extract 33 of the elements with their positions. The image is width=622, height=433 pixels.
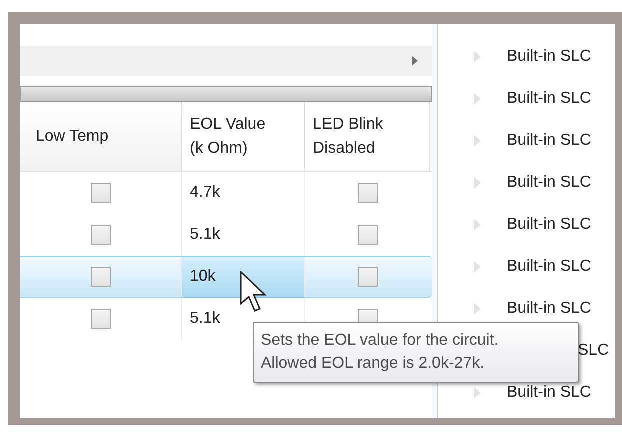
tree-item[interactable]: Built-in SLC <box>507 255 592 279</box>
tree-item[interactable]: Built-in SLC <box>507 87 592 111</box>
expand-arrow-icon[interactable] <box>474 387 481 399</box>
tree-item[interactable]: Built-in SLC <box>507 213 592 237</box>
checkbox[interactable] <box>358 225 378 245</box>
checkbox[interactable] <box>90 225 110 245</box>
expand-arrow-icon[interactable] <box>474 135 481 147</box>
column-header[interactable]: LED Blink Disabled <box>305 102 430 171</box>
tree-item[interactable]: Built-in SLC <box>507 171 592 195</box>
expand-arrow-icon[interactable] <box>474 51 481 63</box>
checkbox[interactable] <box>90 183 110 203</box>
table-cell[interactable]: 10k <box>182 257 305 297</box>
table-row[interactable]: 10k <box>20 256 432 298</box>
column-header[interactable]: Low Temp <box>20 102 182 171</box>
tree-item[interactable]: SLC <box>578 339 610 363</box>
checkbox[interactable] <box>90 267 110 287</box>
checkbox[interactable] <box>90 309 110 329</box>
expand-arrow-icon[interactable] <box>474 177 481 189</box>
expand-arrow-icon[interactable] <box>474 219 481 231</box>
expand-arrow-icon[interactable] <box>474 261 481 273</box>
tree-item[interactable]: Built-in SLC <box>507 129 592 153</box>
table-row[interactable]: 4.7k <box>20 172 432 214</box>
column-header[interactable]: EOL Value (k Ohm) <box>182 102 305 171</box>
table-cell[interactable]: 4.7k <box>182 172 305 214</box>
scroll-right-icon[interactable] <box>412 56 418 66</box>
tree-item[interactable]: Built-in SLC <box>507 381 592 405</box>
tree-item[interactable]: Built-in SLC <box>507 297 592 321</box>
tooltip-text: Allowed EOL range is 2.0k-27k. <box>261 354 486 374</box>
expand-arrow-icon[interactable] <box>474 303 481 315</box>
expand-arrow-icon[interactable] <box>474 93 481 105</box>
tree-item[interactable]: Built-in SLC <box>507 45 592 69</box>
checkbox[interactable] <box>358 267 378 287</box>
checkbox[interactable] <box>358 183 378 203</box>
